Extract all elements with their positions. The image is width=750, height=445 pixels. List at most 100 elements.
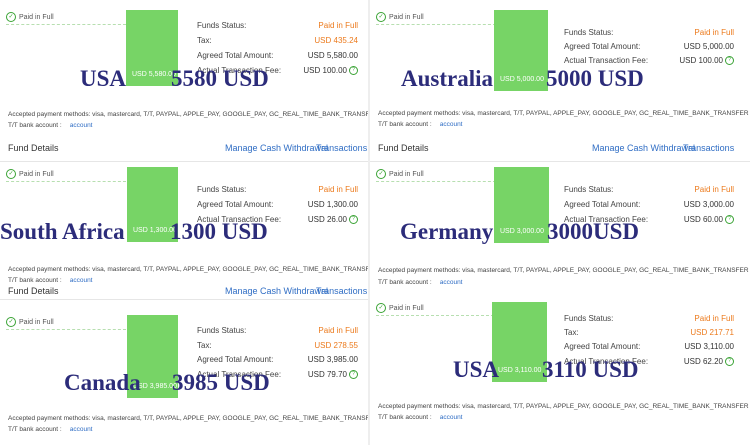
payment-methods: Accepted payment methods: visa, masterca… bbox=[8, 266, 368, 273]
agreed-total-label: Agreed Total Amount: bbox=[197, 51, 274, 60]
paid-in-full-row: ✓ Paid in Full bbox=[376, 169, 496, 182]
account-link[interactable]: account bbox=[440, 279, 463, 286]
fund-panel-usa-3110: ✓ Paid in Full USD 3,110.00 Funds Status:… bbox=[370, 293, 750, 445]
manage-cash-withdrawal-link[interactable]: Manage Cash Withdrawal bbox=[225, 287, 328, 296]
agreed-total-value: USD 5,000.00 bbox=[683, 42, 734, 51]
transactions-link[interactable]: Transactions bbox=[316, 287, 367, 296]
agreed-total-value: USD 3,000.00 bbox=[683, 200, 734, 209]
country-overlay: Canada bbox=[64, 370, 141, 395]
transaction-fee-value: USD 62.20 bbox=[683, 357, 723, 366]
country-overlay: USA bbox=[453, 357, 500, 382]
paid-in-full-row: ✓ Paid in Full bbox=[6, 317, 126, 330]
payment-methods: Accepted payment methods: visa, masterca… bbox=[8, 415, 368, 422]
account-link[interactable]: account bbox=[440, 121, 463, 128]
funds-status-label: Funds Status: bbox=[564, 314, 614, 323]
transaction-fee-label: Actual Transaction Fee: bbox=[564, 56, 649, 65]
agreed-total-value: USD 3,985.00 bbox=[307, 355, 358, 364]
help-icon[interactable]: ? bbox=[349, 66, 358, 76]
tt-bank-label: T/T bank account : bbox=[8, 426, 62, 433]
bar-amount: USD 3,110.00 bbox=[498, 367, 542, 374]
funds-status-label: Funds Status: bbox=[197, 326, 247, 335]
transaction-fee-value: USD 100.00 bbox=[303, 66, 347, 75]
manage-cash-withdrawal-link[interactable]: Manage Cash Withdrawal bbox=[592, 143, 695, 153]
transactions-link[interactable]: Transactions bbox=[316, 143, 367, 153]
tax-label: Tax: bbox=[197, 341, 212, 350]
transactions-link[interactable]: Transactions bbox=[683, 143, 734, 153]
agreed-total-value: USD 5,580.00 bbox=[307, 51, 358, 60]
agreed-total-label: Agreed Total Amount: bbox=[197, 200, 274, 209]
country-overlay: USA bbox=[80, 66, 127, 91]
check-circle-icon: ✓ bbox=[6, 12, 16, 22]
tax-value: USD 217.71 bbox=[690, 328, 734, 337]
paid-in-full-row: ✓ Paid in Full bbox=[376, 12, 496, 25]
fund-details-title: Fund Details bbox=[8, 143, 59, 153]
amount-overlay: 1300 USD bbox=[170, 219, 268, 244]
agreed-total-label: Agreed Total Amount: bbox=[197, 355, 274, 364]
account-link[interactable]: account bbox=[440, 414, 463, 421]
funds-status-value: Paid in Full bbox=[694, 28, 734, 37]
tax-value: USD 435.24 bbox=[314, 36, 358, 45]
account-link[interactable]: account bbox=[70, 122, 93, 129]
funds-status-label: Funds Status: bbox=[197, 21, 247, 30]
payment-methods: Accepted payment methods: visa, masterca… bbox=[378, 110, 749, 117]
tax-value: USD 278.55 bbox=[314, 341, 358, 350]
manage-cash-withdrawal-link[interactable]: Manage Cash Withdrawal bbox=[225, 143, 328, 153]
bar-amount: USD 3,000.00 bbox=[500, 228, 544, 235]
tax-label: Tax: bbox=[564, 328, 579, 337]
fund-panel-usa-5580: ✓ Paid in Full USD 5,580.00 Funds Status:… bbox=[0, 0, 368, 156]
agreed-total-value: USD 1,300.00 bbox=[307, 200, 358, 209]
check-circle-icon: ✓ bbox=[376, 303, 386, 313]
country-overlay: South Africa bbox=[0, 219, 125, 244]
help-icon[interactable]: ? bbox=[349, 370, 358, 380]
fund-panel-germany-3000: Fund Details Manage Cash Withdrawal Tran… bbox=[370, 137, 750, 293]
amount-bar: USD 3,000.00 bbox=[494, 167, 549, 243]
bar-amount: USD 5,000.00 bbox=[500, 76, 544, 83]
paid-in-full-row: ✓ Paid in Full bbox=[376, 303, 494, 316]
account-link[interactable]: account bbox=[70, 277, 93, 284]
funds-status-value: Paid in Full bbox=[318, 185, 358, 194]
agreed-total-label: Agreed Total Amount: bbox=[564, 42, 641, 51]
agreed-total-label: Agreed Total Amount: bbox=[564, 342, 641, 351]
amount-overlay: 3985 USD bbox=[172, 370, 270, 395]
bar-amount: USD 5,580.00 bbox=[132, 71, 176, 78]
funds-status-label: Funds Status: bbox=[197, 185, 247, 194]
fund-details-header: Fund Details Manage Cash Withdrawal Tran… bbox=[0, 137, 368, 162]
fund-details-header: Fund Details Manage Cash Withdrawal Tran… bbox=[370, 137, 750, 162]
help-icon[interactable]: ? bbox=[725, 56, 734, 66]
funds-status-label: Funds Status: bbox=[564, 185, 614, 194]
transaction-fee-value: USD 79.70 bbox=[307, 370, 347, 379]
fund-panel-canada-3985: Fund Details Manage Cash Withdrawal Tran… bbox=[0, 287, 368, 445]
agreed-total-label: Agreed Total Amount: bbox=[564, 200, 641, 209]
fund-panel-australia-5000: ✓ Paid in Full USD 5,000.00 Funds Status:… bbox=[370, 0, 750, 156]
check-circle-icon: ✓ bbox=[376, 169, 386, 179]
check-circle-icon: ✓ bbox=[6, 169, 16, 179]
country-overlay: Australia bbox=[401, 66, 493, 91]
amount-bar: USD 5,000.00 bbox=[494, 10, 548, 91]
fund-details-title: Fund Details bbox=[8, 287, 59, 296]
help-icon[interactable]: ? bbox=[349, 215, 358, 225]
paid-in-full-row: ✓ Paid in Full bbox=[6, 169, 126, 182]
fund-details-header: Fund Details Manage Cash Withdrawal Tran… bbox=[0, 287, 368, 300]
amount-overlay: 5580 USD bbox=[171, 66, 269, 91]
tt-bank-label: T/T bank account : bbox=[378, 279, 432, 286]
funds-status-value: Paid in Full bbox=[318, 21, 358, 30]
fund-panel-south-africa-1300: Fund Details Manage Cash Withdrawal Tran… bbox=[0, 137, 368, 293]
payment-methods: Accepted payment methods: visa, masterca… bbox=[378, 267, 749, 274]
funds-status-value: Paid in Full bbox=[318, 326, 358, 335]
funds-status-value: Paid in Full bbox=[694, 314, 734, 323]
funds-status-label: Funds Status: bbox=[564, 28, 614, 37]
amount-bar: USD 3,110.00 bbox=[492, 302, 547, 382]
transaction-fee-value: USD 100.00 bbox=[679, 56, 723, 65]
amount-overlay: 3110 USD bbox=[542, 357, 639, 382]
amount-overlay: 5000 USD bbox=[546, 66, 644, 91]
help-icon[interactable]: ? bbox=[725, 357, 734, 367]
tax-label: Tax: bbox=[197, 36, 212, 45]
transaction-fee-value: USD 26.00 bbox=[307, 215, 347, 224]
tt-bank-label: T/T bank account : bbox=[378, 414, 432, 421]
tt-bank-label: T/T bank account : bbox=[8, 122, 62, 129]
check-circle-icon: ✓ bbox=[6, 317, 16, 327]
help-icon[interactable]: ? bbox=[725, 215, 734, 225]
transaction-fee-value: USD 60.00 bbox=[683, 215, 723, 224]
amount-overlay: 3000USD bbox=[547, 219, 640, 244]
account-link[interactable]: account bbox=[70, 426, 93, 433]
